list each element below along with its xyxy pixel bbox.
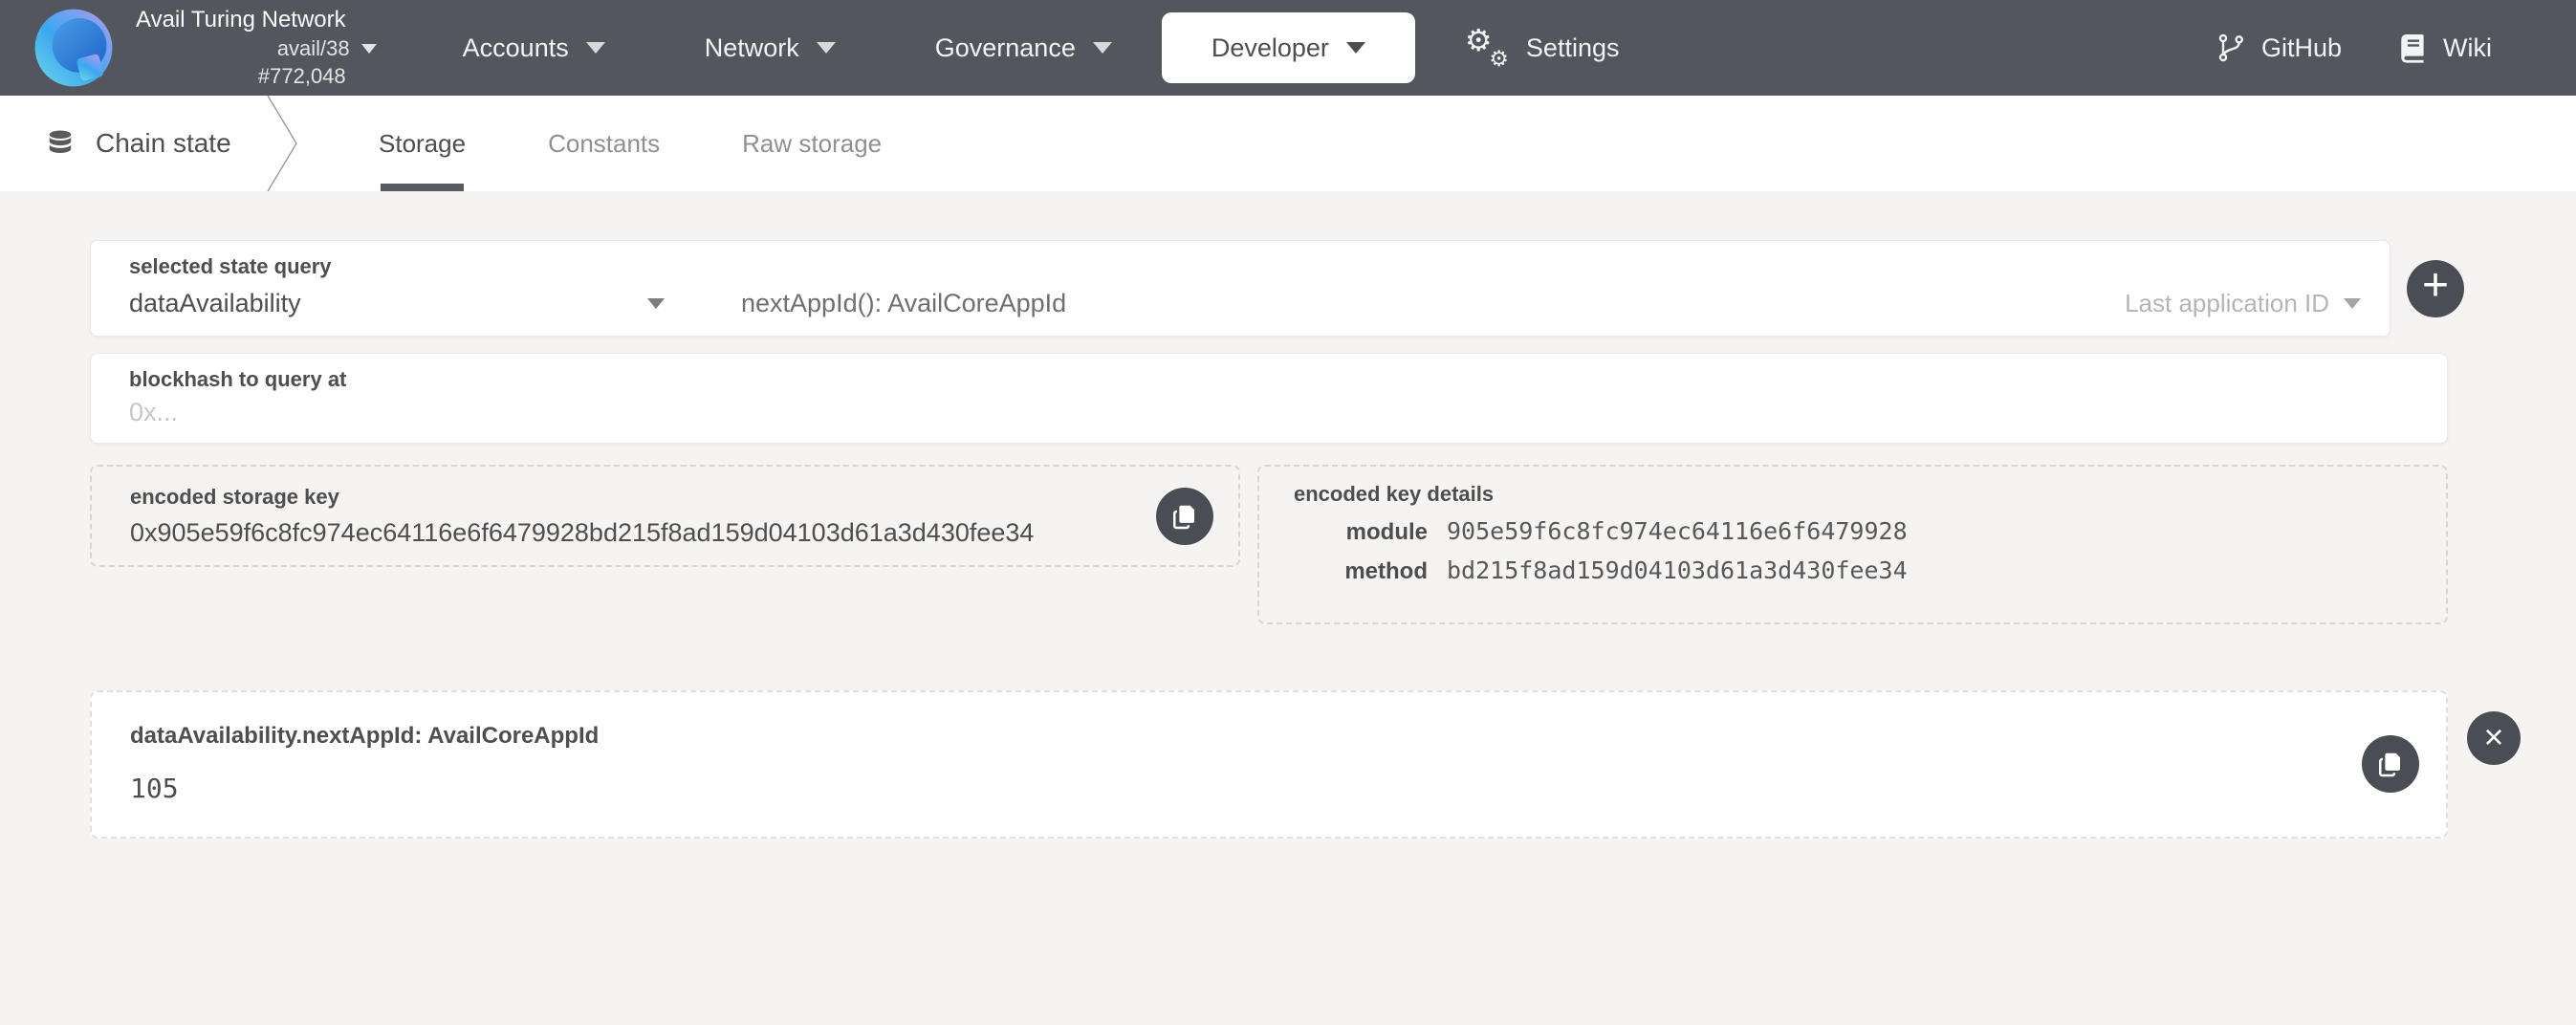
github-link[interactable]: GitHub bbox=[2216, 33, 2342, 63]
key-detail-name: method bbox=[1294, 558, 1428, 585]
encoded-storage-key-box: encoded storage key 0x905e59f6c8fc974ec6… bbox=[90, 465, 1240, 567]
nav-label: Network bbox=[705, 33, 799, 63]
query-result-row: dataAvailability.nextAppId: AvailCoreApp… bbox=[90, 690, 2576, 839]
chevron-down-icon bbox=[586, 42, 605, 54]
chevron-down-icon bbox=[817, 42, 836, 54]
nav-label: Governance bbox=[935, 33, 1076, 63]
chevron-down-icon bbox=[361, 44, 377, 54]
copy-icon bbox=[1170, 502, 1199, 531]
pallet-value: dataAvailability bbox=[129, 289, 647, 318]
encoded-key-label: encoded storage key bbox=[130, 485, 1156, 510]
nav-item-settings[interactable]: ⚙⚙ Settings bbox=[1415, 12, 1670, 83]
method-dropdown[interactable]: nextAppId(): AvailCoreAppId bbox=[741, 289, 1066, 318]
chevron-down-icon bbox=[2344, 298, 2361, 309]
external-links: GitHub Wiki bbox=[2216, 33, 2492, 63]
nav-item-accounts[interactable]: Accounts bbox=[413, 12, 655, 83]
best-block-number: #772,048 bbox=[258, 64, 346, 89]
gears-icon: ⚙⚙ bbox=[1465, 27, 1509, 69]
blockhash-label: blockhash to query at bbox=[129, 367, 2418, 392]
tab-raw-storage[interactable]: Raw storage bbox=[742, 96, 882, 191]
encoded-key-row: encoded storage key 0x905e59f6c8fc974ec6… bbox=[90, 465, 2576, 624]
chevron-divider bbox=[266, 96, 298, 191]
key-details-label: encoded key details bbox=[1294, 482, 2423, 507]
tab-storage[interactable]: Storage bbox=[379, 96, 466, 191]
key-detail-row: method bd215f8ad159d04103d61a3d430fee34 bbox=[1294, 556, 2423, 585]
encoded-key-details-box: encoded key details module 905e59f6c8fc9… bbox=[1257, 465, 2448, 624]
remove-query-button[interactable]: × bbox=[2467, 711, 2521, 765]
encoded-key-value: 0x905e59f6c8fc974ec64116e6f6479928bd215f… bbox=[130, 518, 1156, 548]
network-name: Avail Turing Network bbox=[136, 7, 346, 33]
main-nav: Accounts Network Governance Developer ⚙⚙… bbox=[413, 12, 1670, 83]
nav-item-network[interactable]: Network bbox=[655, 12, 885, 83]
copy-key-button[interactable] bbox=[1156, 488, 1213, 545]
add-query-button[interactable]: + bbox=[2407, 260, 2464, 317]
query-result-card: dataAvailability.nextAppId: AvailCoreApp… bbox=[90, 690, 2448, 839]
tabs: Storage Constants Raw storage bbox=[379, 96, 882, 191]
chevron-down-icon bbox=[647, 298, 665, 309]
result-value: 105 bbox=[130, 773, 2362, 804]
nav-label: Settings bbox=[1526, 33, 1620, 63]
section-heading: Chain state bbox=[0, 96, 241, 191]
nav-label: Accounts bbox=[463, 33, 569, 63]
book-icon bbox=[2397, 33, 2428, 63]
nav-item-governance[interactable]: Governance bbox=[885, 12, 1162, 83]
key-detail-value: 905e59f6c8fc974ec64116e6f6479928 bbox=[1447, 517, 1908, 545]
link-label: Wiki bbox=[2443, 33, 2492, 63]
nav-label: Developer bbox=[1212, 33, 1329, 63]
key-detail-row: module 905e59f6c8fc974ec64116e6f6479928 bbox=[1294, 517, 2423, 546]
link-label: GitHub bbox=[2261, 33, 2342, 63]
chain-spec-selector[interactable]: avail/38 bbox=[277, 36, 377, 61]
chevron-down-icon bbox=[1346, 42, 1365, 54]
network-brand: Avail Turing Network avail/38 #772,048 bbox=[136, 7, 346, 89]
chevron-down-icon bbox=[1093, 42, 1112, 54]
wiki-link[interactable]: Wiki bbox=[2397, 33, 2492, 63]
git-branch-icon bbox=[2216, 33, 2246, 63]
key-detail-name: module bbox=[1294, 519, 1428, 546]
copy-icon bbox=[2376, 750, 2405, 778]
param-hint-label: Last application ID bbox=[2125, 289, 2329, 318]
database-icon bbox=[46, 129, 75, 158]
pallet-dropdown[interactable]: dataAvailability bbox=[129, 289, 665, 318]
close-icon: × bbox=[2483, 720, 2503, 754]
blockhash-input[interactable] bbox=[129, 398, 2328, 427]
key-detail-value: bd215f8ad159d04103d61a3d430fee34 bbox=[1447, 556, 1908, 584]
plus-icon: + bbox=[2422, 263, 2449, 309]
result-title: dataAvailability.nextAppId: AvailCoreApp… bbox=[130, 723, 2362, 750]
nav-item-developer[interactable]: Developer bbox=[1162, 12, 1415, 83]
blockhash-card: blockhash to query at bbox=[90, 353, 2448, 444]
selected-state-query-card: selected state query dataAvailability ne… bbox=[90, 240, 2390, 337]
param-dropdown[interactable]: Last application ID bbox=[2125, 289, 2361, 318]
chain-spec-label: avail/38 bbox=[277, 36, 350, 61]
section-label: Chain state bbox=[96, 128, 231, 159]
query-row: selected state query dataAvailability ne… bbox=[90, 240, 2576, 337]
tab-constants[interactable]: Constants bbox=[548, 96, 660, 191]
avail-logo-icon[interactable] bbox=[33, 7, 115, 89]
chain-state-tabbar: Chain state Storage Constants Raw storag… bbox=[0, 96, 2576, 191]
query-label: selected state query bbox=[129, 254, 2361, 279]
top-nav-bar: Avail Turing Network avail/38 #772,048 A… bbox=[0, 0, 2576, 96]
copy-result-button[interactable] bbox=[2362, 735, 2419, 793]
